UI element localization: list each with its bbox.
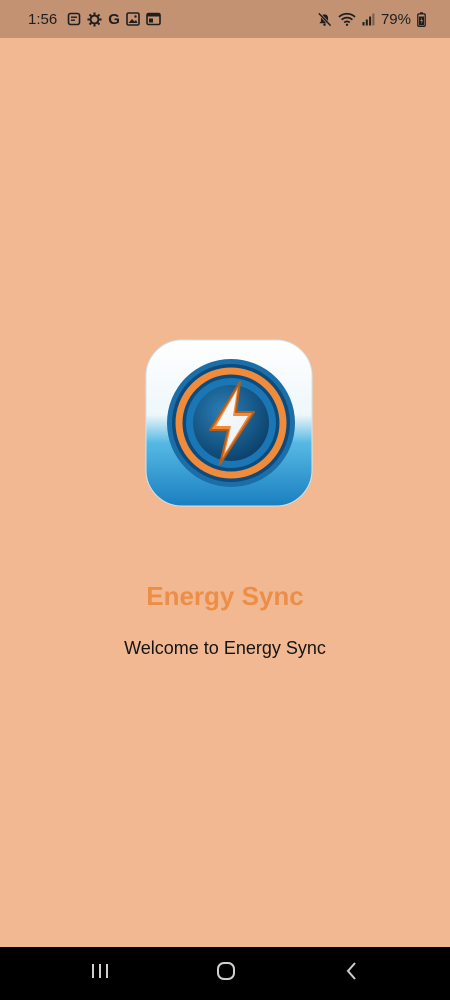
battery-percent: 79%: [380, 10, 411, 28]
google-icon: G: [108, 10, 120, 28]
recents-icon: [90, 962, 110, 985]
status-bar: 1:56 G 79%: [0, 0, 450, 38]
welcome-message: Welcome to Energy Sync: [124, 638, 326, 658]
wifi-icon: [338, 12, 356, 26]
back-icon: [345, 961, 359, 986]
gear-icon: [87, 11, 102, 27]
navigation-bar: [0, 947, 450, 1000]
battery-icon: [417, 11, 426, 27]
signal-icon: [362, 13, 375, 26]
mute-icon: [317, 11, 332, 27]
document-icon: [67, 12, 81, 26]
home-icon: [216, 961, 236, 986]
status-right: 79%: [317, 0, 426, 38]
app-logo: [144, 338, 314, 508]
image-icon: [126, 12, 140, 26]
app-title: Energy Sync: [146, 581, 304, 611]
recents-button[interactable]: [60, 947, 140, 1000]
back-button[interactable]: [312, 947, 392, 1000]
status-time: 1:56: [28, 10, 58, 28]
status-left: 1:56 G: [28, 0, 161, 38]
home-button[interactable]: [186, 947, 266, 1000]
calendar-icon: [146, 12, 161, 26]
